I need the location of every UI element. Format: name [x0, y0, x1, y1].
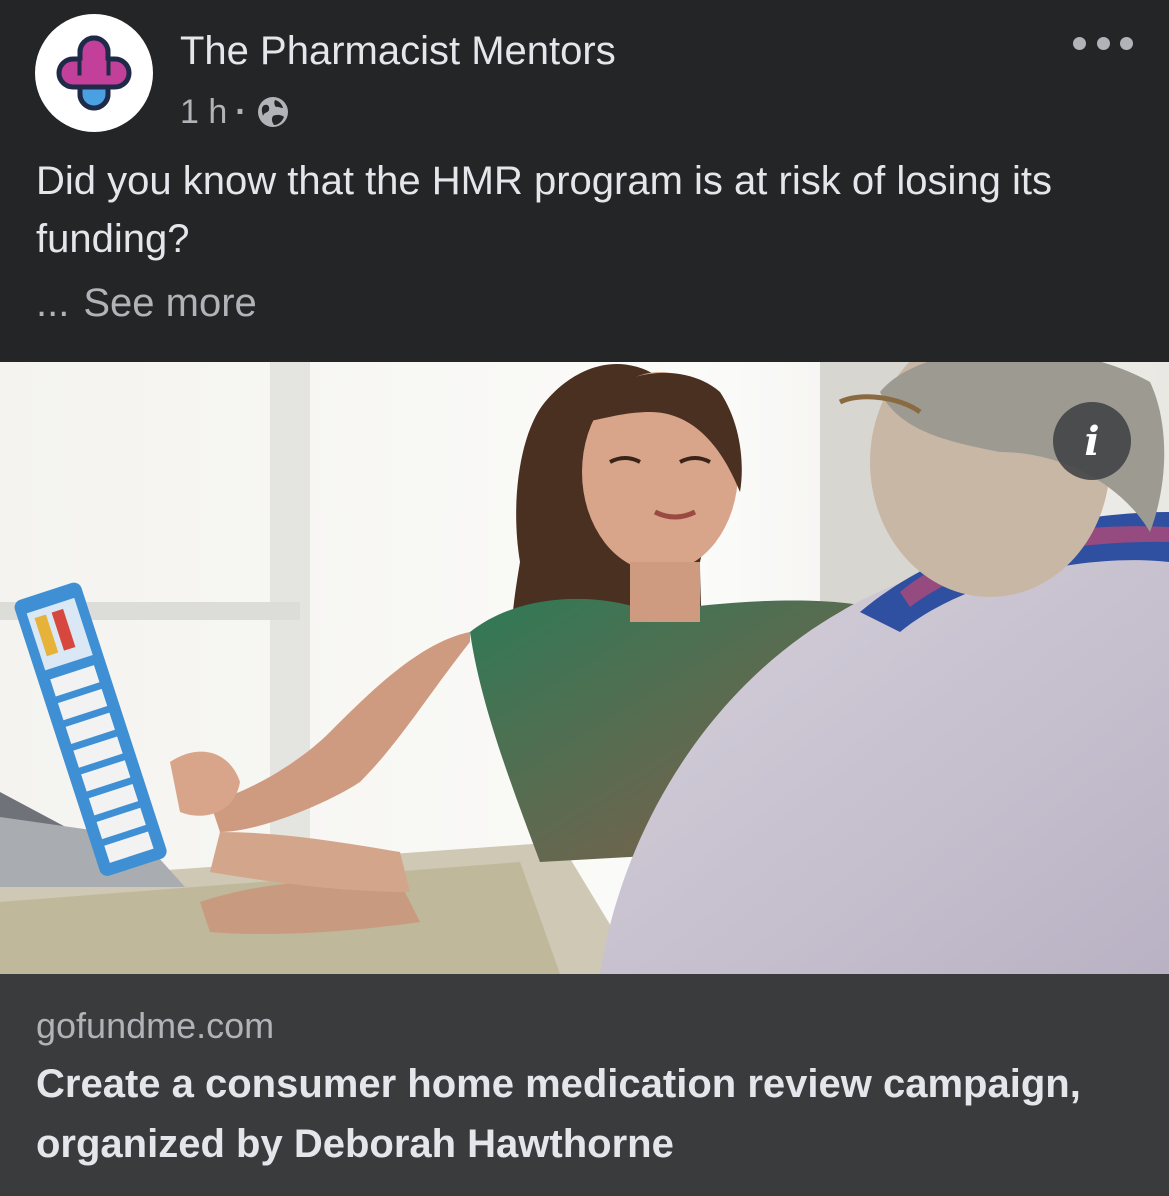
more-options-button[interactable]	[1073, 28, 1133, 58]
post-timestamp[interactable]: 1 h	[180, 93, 227, 132]
post-header: The Pharmacist Mentors 1 h · Did you kno…	[0, 0, 1169, 360]
link-domain: gofundme.com	[36, 1005, 275, 1046]
globe-icon[interactable]	[255, 94, 291, 130]
link-preview-card[interactable]: gofundme.com Create a consumer home medi…	[0, 974, 1169, 1196]
post-meta: 1 h ·	[180, 90, 291, 134]
pharmacy-cross-logo-icon	[56, 35, 132, 111]
image-info-button[interactable]: i	[1053, 402, 1131, 480]
photo-illustration	[0, 362, 1169, 974]
link-title: Create a consumer home medication review…	[36, 1062, 1081, 1166]
post-text: Did you know that the HMR program is at …	[36, 159, 1052, 261]
meta-separator: ·	[235, 92, 247, 131]
page-name-link[interactable]: The Pharmacist Mentors	[180, 28, 616, 74]
see-more-label: See more	[83, 281, 257, 325]
see-more-ellipsis: ...	[36, 281, 70, 325]
post-image[interactable]	[0, 362, 1169, 974]
page-avatar[interactable]	[35, 14, 153, 132]
info-icon: i	[1084, 417, 1100, 465]
more-options-dot	[1073, 36, 1086, 50]
see-more-link[interactable]: ... See more	[36, 276, 257, 330]
more-options-dot	[1096, 36, 1110, 50]
more-options-dot	[1120, 36, 1133, 50]
